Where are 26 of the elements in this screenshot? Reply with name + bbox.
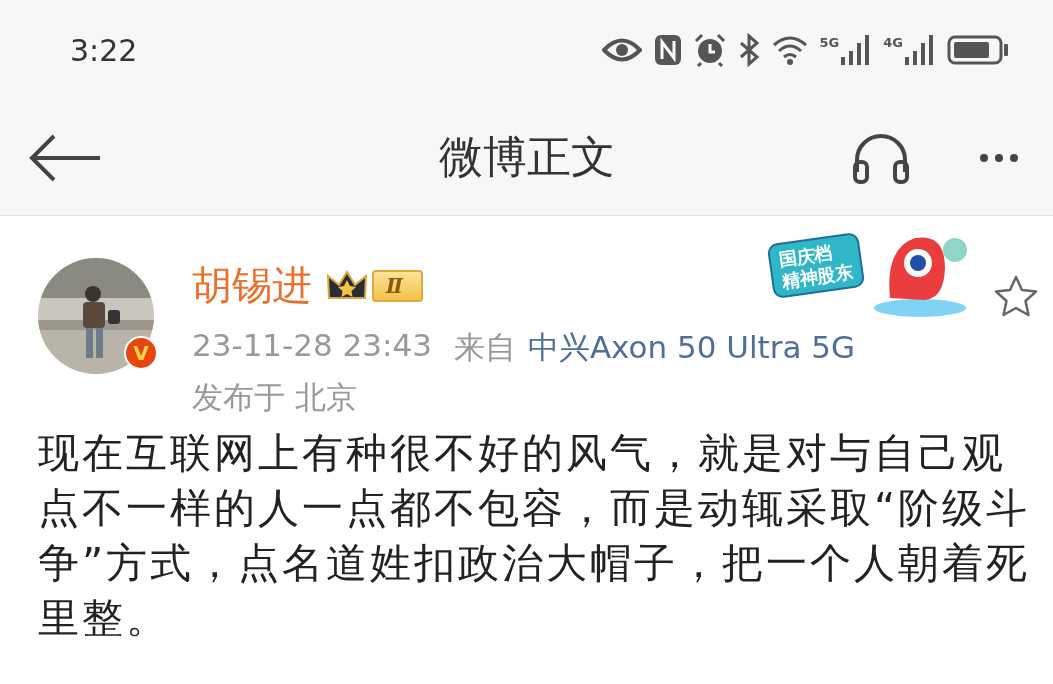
post-location: 发布于 北京 bbox=[192, 378, 358, 417]
headphones-icon[interactable] bbox=[851, 131, 911, 184]
author-name[interactable]: 胡锡进 bbox=[192, 258, 312, 313]
network-label: 5G bbox=[819, 35, 840, 50]
bluetooth-icon bbox=[737, 33, 760, 67]
alarm-clock-icon bbox=[693, 33, 726, 67]
nfc-icon bbox=[653, 34, 682, 66]
back-arrow-icon[interactable] bbox=[28, 132, 102, 183]
member-level-badge: Ⅱ bbox=[372, 269, 423, 302]
battery-icon bbox=[947, 35, 1009, 65]
eye-icon bbox=[601, 37, 642, 63]
sticker-badge: 国庆档 精神股东 bbox=[766, 231, 866, 300]
wifi-icon bbox=[771, 35, 808, 65]
device-link[interactable]: 中兴Axon 50 Ultra 5G bbox=[527, 327, 856, 369]
network-label: 4G bbox=[883, 35, 903, 50]
source-label: 来自 bbox=[453, 328, 516, 367]
status-time: 3:22 bbox=[70, 32, 138, 68]
signal-icon bbox=[841, 35, 872, 65]
post-time: 23-11-28 23:43 bbox=[192, 327, 432, 365]
post-text: 现在互联网上有种很不好的风气，就是对与自己观点不一样的人一点都不包容，而是动辄采取“阶级斗争”方式，点名道姓扣政治大帽子，把一个人朝着死里整。 bbox=[38, 428, 1032, 644]
crown-icon bbox=[326, 269, 368, 302]
verified-badge: V bbox=[124, 336, 158, 370]
signal-icon bbox=[905, 35, 935, 65]
more-icon[interactable] bbox=[979, 152, 1019, 163]
page-title: 微博正文 bbox=[438, 130, 615, 184]
favorite-star-icon[interactable] bbox=[993, 274, 1039, 318]
